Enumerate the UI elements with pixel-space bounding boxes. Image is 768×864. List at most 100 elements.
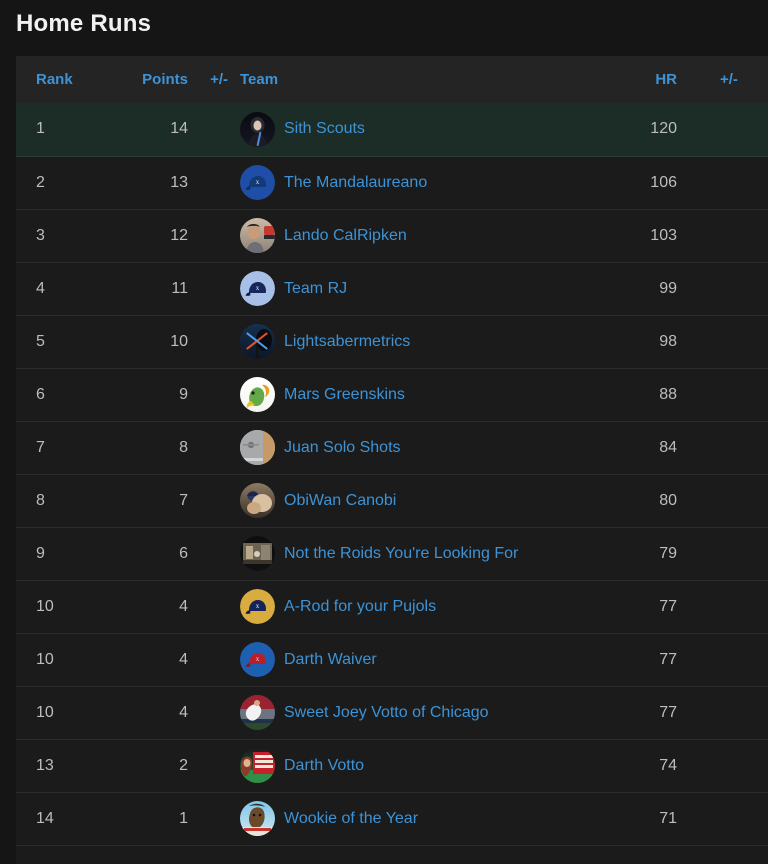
cell-rank: 10 bbox=[16, 686, 116, 740]
column-header-team[interactable]: Team bbox=[236, 56, 634, 103]
team-name-link[interactable]: ObiWan Canobi bbox=[284, 492, 396, 510]
team-name-link[interactable]: A-Rod for your Pujols bbox=[284, 598, 436, 616]
table-row[interactable]: 10 4 x Darth Waiver 77 bbox=[16, 633, 768, 687]
team-name-link[interactable]: Lightsabermetrics bbox=[284, 333, 410, 351]
column-header-hr-change[interactable]: +/- bbox=[718, 56, 768, 103]
team-name-link[interactable]: The Mandalaureano bbox=[284, 174, 427, 192]
cell-rank: 8 bbox=[16, 474, 116, 528]
cell-team: Lightsabermetrics bbox=[236, 315, 634, 369]
table-body: 1 14 Sith Scouts 120 2 13 x The Mandalaureano 10… bbox=[16, 103, 768, 864]
cell-points: 4 bbox=[116, 633, 196, 687]
team-name-link[interactable]: Wookie of the Year bbox=[284, 810, 418, 828]
team-name-link[interactable]: Lando CalRipken bbox=[284, 227, 407, 245]
cell-hr-change bbox=[718, 474, 768, 528]
team-name-link[interactable]: Juan Solo Shots bbox=[284, 439, 401, 457]
cell-hr-change bbox=[718, 421, 768, 475]
team-name-link[interactable]: Darth Waiver bbox=[284, 651, 377, 669]
cell-hr-change bbox=[718, 103, 768, 157]
cell-rank: 7 bbox=[16, 421, 116, 475]
cell-points-change bbox=[196, 580, 236, 634]
table-header-row: Rank Points +/- Team HR +/- bbox=[16, 56, 768, 103]
team-name-link[interactable]: Sweet Joey Votto of Chicago bbox=[284, 704, 489, 722]
cell-hr: 74 bbox=[634, 739, 718, 793]
table-row[interactable]: 13 2 Darth Votto 74 bbox=[16, 739, 768, 793]
lando-calripken-avatar bbox=[240, 218, 275, 253]
cell-hr: 88 bbox=[634, 368, 718, 422]
cell-points-change bbox=[196, 527, 236, 581]
cell-team: Sweet Joey Votto of Chicago bbox=[236, 686, 634, 740]
team-name-link[interactable]: Mars Greenskins bbox=[284, 386, 405, 404]
cell-team: Not the Roids You're Looking For bbox=[236, 527, 634, 581]
juan-solo-shots-avatar bbox=[240, 430, 275, 465]
cell-points-change bbox=[196, 474, 236, 528]
cell-hr: 103 bbox=[634, 209, 718, 263]
sweet-joey-votto-avatar bbox=[240, 695, 275, 730]
team-name-link[interactable]: Sith Scouts bbox=[284, 120, 365, 138]
table-row[interactable]: 1 14 Sith Scouts 120 bbox=[16, 103, 768, 157]
table-row[interactable]: 5 10 Lightsabermetrics 98 bbox=[16, 315, 768, 369]
team-rj-avatar: x bbox=[240, 271, 275, 306]
cell-hr: 77 bbox=[634, 633, 718, 687]
cell-hr-change bbox=[718, 686, 768, 740]
cell-rank: 10 bbox=[16, 580, 116, 634]
team-name-link[interactable]: Darth Votto bbox=[284, 757, 364, 775]
cell-points: 14 bbox=[116, 103, 196, 157]
cell-hr: 98 bbox=[634, 315, 718, 369]
table-row[interactable]: 14 1 Wookie of the Year 71 bbox=[16, 792, 768, 846]
cell-team: Darth Votto bbox=[236, 739, 634, 793]
cell-points-change bbox=[196, 739, 236, 793]
cell-rank: 14 bbox=[16, 792, 116, 846]
partial-row-cell bbox=[16, 845, 768, 864]
table-row[interactable]: 4 11 x Team RJ 99 bbox=[16, 262, 768, 316]
column-header-rank[interactable]: Rank bbox=[16, 56, 116, 103]
cell-hr-change bbox=[718, 209, 768, 263]
cell-rank: 9 bbox=[16, 527, 116, 581]
table-row[interactable]: 2 13 x The Mandalaureano 106 bbox=[16, 156, 768, 210]
cell-points: 1 bbox=[116, 792, 196, 846]
table-row[interactable]: 7 8 Juan Solo Shots 84 bbox=[16, 421, 768, 475]
column-header-points-change[interactable]: +/- bbox=[196, 56, 236, 103]
svg-text:x: x bbox=[256, 655, 260, 663]
cell-rank: 3 bbox=[16, 209, 116, 263]
cell-rank: 2 bbox=[16, 156, 116, 210]
cell-points: 7 bbox=[116, 474, 196, 528]
cell-hr-change bbox=[718, 633, 768, 687]
cell-rank: 10 bbox=[16, 633, 116, 687]
cell-hr-change bbox=[718, 739, 768, 793]
darth-waiver-avatar: x bbox=[240, 642, 275, 677]
cell-hr: 84 bbox=[634, 421, 718, 475]
team-name-link[interactable]: Team RJ bbox=[284, 280, 347, 298]
table-row[interactable]: 8 7 ObiWan Canobi 80 bbox=[16, 474, 768, 528]
svg-text:x: x bbox=[256, 178, 260, 186]
table-row[interactable]: 9 6 Not the Roids You're Looking For 79 bbox=[16, 527, 768, 581]
cell-team: Wookie of the Year bbox=[236, 792, 634, 846]
table-row[interactable]: 10 4 x A-Rod for your Pujols 77 bbox=[16, 580, 768, 634]
cell-rank: 5 bbox=[16, 315, 116, 369]
cell-points-change bbox=[196, 262, 236, 316]
mars-greenskins-avatar bbox=[240, 377, 275, 412]
sith-scouts-avatar bbox=[240, 111, 275, 147]
cell-team: x Team RJ bbox=[236, 262, 634, 316]
cell-team: ObiWan Canobi bbox=[236, 474, 634, 528]
the-mandalaureano-avatar: x bbox=[240, 165, 275, 200]
table-row[interactable]: 3 12 Lando CalRipken 103 bbox=[16, 209, 768, 263]
obiwan-canobi-avatar bbox=[240, 483, 275, 518]
not-the-roids-avatar bbox=[240, 536, 275, 571]
cell-points: 9 bbox=[116, 368, 196, 422]
lightsabermetrics-avatar bbox=[240, 324, 275, 359]
cell-hr: 79 bbox=[634, 527, 718, 581]
cell-hr-change bbox=[718, 156, 768, 210]
table-row[interactable]: 10 4 Sweet Joey Votto of Chicago 77 bbox=[16, 686, 768, 740]
column-header-hr[interactable]: HR bbox=[634, 56, 718, 103]
team-name-link[interactable]: Not the Roids You're Looking For bbox=[284, 545, 518, 563]
cell-points-change bbox=[196, 686, 236, 740]
cell-points-change bbox=[196, 103, 236, 157]
cell-points: 6 bbox=[116, 527, 196, 581]
cell-hr-change bbox=[718, 315, 768, 369]
table-row[interactable]: 6 9 Mars Greenskins 88 bbox=[16, 368, 768, 422]
cell-hr: 71 bbox=[634, 792, 718, 846]
cell-hr-change bbox=[718, 792, 768, 846]
table-header: Rank Points +/- Team HR +/- bbox=[16, 56, 768, 103]
column-header-points[interactable]: Points bbox=[116, 56, 196, 103]
cell-hr-change bbox=[718, 580, 768, 634]
